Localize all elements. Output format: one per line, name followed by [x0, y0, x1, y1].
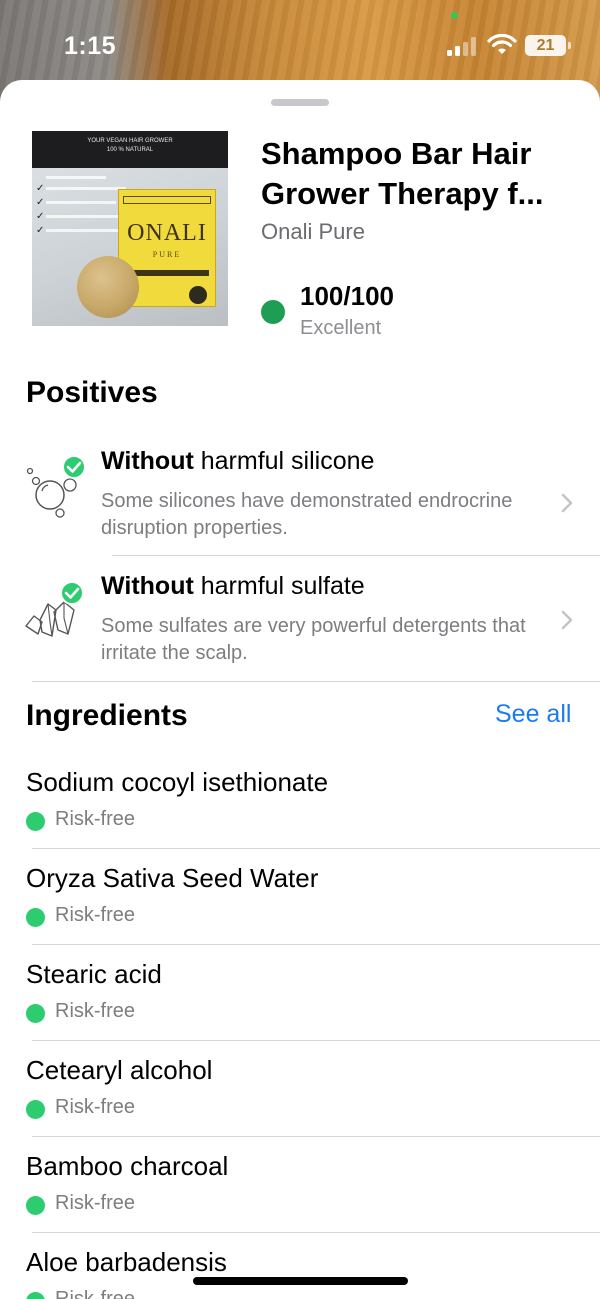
score-indicator-icon	[261, 300, 285, 324]
product-image-banner: YOUR VEGAN HAIR GROWER 100 % NATURAL	[32, 131, 228, 168]
positives-title: Positives	[26, 376, 158, 409]
risk-indicator-icon	[26, 1292, 45, 1299]
ingredient-name: Sodium cocoyl isethionate	[26, 767, 329, 797]
divider	[32, 944, 600, 945]
ingredient-status: Risk-free	[55, 1000, 136, 1022]
battery-icon: 21	[525, 35, 571, 56]
product-brand: Onali Pure	[261, 219, 365, 244]
sheet-grabber[interactable]	[271, 99, 329, 106]
divider	[32, 1232, 600, 1233]
product-title-line-1: Shampoo Bar Hair	[261, 136, 532, 171]
box-sub: PURE	[152, 250, 182, 259]
positive-heading: Without harmful silicone	[101, 447, 375, 475]
ingredient-status: Risk-free	[55, 1192, 136, 1214]
risk-indicator-icon	[26, 1004, 45, 1023]
cellular-signal-icon	[447, 36, 481, 56]
chevron-right-icon	[561, 610, 573, 630]
positive-item-silicone[interactable]: Without harmful silicone Some silicones …	[0, 435, 600, 555]
positive-description: Some silicones have demonstrated endrocr…	[101, 490, 513, 539]
risk-indicator-icon	[26, 908, 45, 927]
product-sheet: YOUR VEGAN HAIR GROWER 100 % NATURAL ✓ ✓…	[0, 80, 600, 1299]
ingredient-status: Risk-free	[55, 1096, 136, 1118]
positive-item-sulfate[interactable]: Without harmful sulfate Some sulfates ar…	[0, 560, 600, 680]
ingredient-status: Risk-free	[55, 808, 136, 830]
status-time: 1:15	[64, 32, 117, 60]
ingredient-name: Stearic acid	[26, 959, 162, 989]
score-label: Excellent	[300, 317, 382, 339]
shampoo-bar-image	[77, 256, 139, 318]
positive-heading: Without harmful sulfate	[101, 572, 365, 600]
divider	[32, 1040, 600, 1041]
ingredient-row[interactable]: Sodium cocoyl isethionate Risk-free	[0, 767, 600, 847]
ingredient-status: Risk-free	[55, 1288, 136, 1299]
bubbles-icon	[26, 455, 86, 518]
ingredient-row[interactable]: Cetearyl alcohol Risk-free	[0, 1055, 600, 1135]
ingredient-row[interactable]: Bamboo charcoal Risk-free	[0, 1151, 600, 1231]
ingredient-name: Bamboo charcoal	[26, 1151, 229, 1181]
ingredient-row[interactable]: Aloe barbadensis Risk-free	[0, 1247, 600, 1299]
privacy-indicator-icon	[451, 12, 458, 19]
ingredient-status: Risk-free	[55, 904, 136, 926]
ingredient-row[interactable]: Oryza Sativa Seed Water Risk-free	[0, 863, 600, 943]
ingredient-row[interactable]: Stearic acid Risk-free	[0, 959, 600, 1039]
divider	[32, 1136, 600, 1137]
ingredient-name: Oryza Sativa Seed Water	[26, 863, 319, 893]
ingredients-title: Ingredients	[26, 699, 188, 732]
divider	[112, 555, 600, 556]
product-title-line-2: Grower Therapy f...	[261, 176, 544, 211]
divider	[32, 681, 600, 682]
risk-indicator-icon	[26, 812, 45, 831]
risk-indicator-icon	[26, 1196, 45, 1215]
see-all-link[interactable]: See all	[495, 700, 571, 729]
positive-description: Some sulfates are very powerful detergen…	[101, 615, 526, 664]
home-indicator[interactable]	[193, 1277, 408, 1285]
banner-line-2: 100 % NATURAL	[106, 147, 154, 153]
crystals-icon	[25, 581, 84, 637]
box-brand: ONALI	[127, 220, 207, 246]
ingredient-name: Aloe barbadensis	[26, 1247, 227, 1277]
wifi-icon	[487, 34, 517, 54]
risk-indicator-icon	[26, 1100, 45, 1119]
banner-line-1: YOUR VEGAN HAIR GROWER	[87, 138, 173, 144]
product-title: Shampoo Bar Hair Grower Therapy f...	[261, 134, 581, 214]
product-image: YOUR VEGAN HAIR GROWER 100 % NATURAL ✓ ✓…	[32, 131, 228, 326]
divider	[32, 848, 600, 849]
status-bar: 1:15 21	[0, 0, 600, 80]
chevron-right-icon	[561, 493, 573, 513]
score-value: 100/100	[300, 281, 394, 311]
ingredient-name: Cetearyl alcohol	[26, 1055, 213, 1085]
